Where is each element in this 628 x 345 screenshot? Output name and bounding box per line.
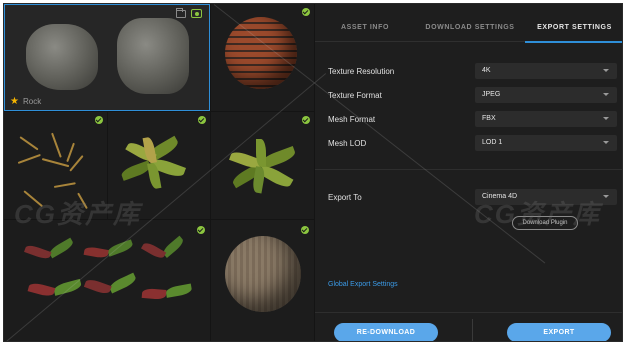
rock-thumbnail-left — [26, 24, 98, 90]
mesh-lod-value: LOD 1 — [482, 139, 503, 146]
redownload-button[interactable]: RE-DOWNLOAD — [334, 323, 438, 341]
rock-thumbnail-right — [117, 18, 189, 94]
twig-shape — [53, 182, 76, 188]
tab-export-settings[interactable]: EXPORT SETTINGS — [525, 14, 622, 43]
leaf-shape — [107, 272, 138, 294]
asset-tile-rock[interactable]: ★ Rock — [4, 4, 210, 111]
downloaded-check-icon — [197, 226, 205, 234]
chevron-down-icon — [603, 195, 609, 198]
leaf-shape — [141, 287, 167, 300]
leaf-shape — [24, 243, 52, 261]
star-icon[interactable]: ★ — [10, 97, 19, 107]
tab-asset-info[interactable]: ASSET INFO — [315, 14, 415, 42]
downloaded-check-icon — [302, 8, 310, 16]
texture-format-select[interactable]: JPEG — [475, 87, 617, 103]
brick-sphere-thumbnail — [225, 17, 297, 89]
twig-shape — [19, 136, 39, 151]
export-button[interactable]: EXPORT — [507, 323, 611, 341]
chevron-down-icon — [603, 141, 609, 144]
leaf-shape — [256, 139, 266, 167]
bridge-window: ★ Rock ASSET INFO DOWNLOAD SETTINGS EXPO… — [3, 3, 623, 342]
leaf-shape — [47, 237, 75, 259]
action-bar: RE-DOWNLOAD EXPORT — [315, 312, 622, 341]
texture-resolution-select[interactable]: 4K — [475, 63, 617, 79]
chevron-down-icon — [603, 93, 609, 96]
tab-download-settings[interactable]: DOWNLOAD SETTINGS — [415, 14, 525, 42]
asset-tile-fern-2[interactable] — [211, 112, 314, 219]
global-export-settings-link[interactable]: Global Export Settings — [328, 281, 398, 288]
watermark-text-left: CG资产库 — [14, 199, 142, 229]
downloaded-check-icon — [302, 116, 310, 124]
wood-sphere-thumbnail — [225, 236, 301, 312]
mesh-format-label: Mesh Format — [328, 115, 376, 124]
downloaded-check-icon — [95, 116, 103, 124]
mesh-format-select[interactable]: FBX — [475, 111, 617, 127]
twig-shape — [41, 158, 70, 168]
action-bar-divider — [472, 319, 473, 341]
leaf-shape — [83, 277, 112, 296]
watermark-text-right: CG资产库 — [474, 199, 602, 229]
texture-format-value: JPEG — [482, 91, 501, 98]
mesh-lod-select[interactable]: LOD 1 — [475, 135, 617, 151]
texture-resolution-value: 4K — [482, 67, 491, 74]
chevron-down-icon — [603, 117, 609, 120]
mesh-format-value: FBX — [482, 115, 496, 122]
texture-resolution-label: Texture Resolution — [328, 67, 395, 76]
asset-tile-plants[interactable] — [4, 220, 210, 341]
chevron-down-icon — [603, 69, 609, 72]
twig-shape — [69, 155, 84, 172]
leaf-shape — [140, 240, 167, 261]
tab-bar: ASSET INFO DOWNLOAD SETTINGS EXPORT SETT… — [315, 14, 622, 43]
export-icon[interactable] — [191, 9, 202, 18]
asset-panel: ASSET INFO DOWNLOAD SETTINGS EXPORT SETT… — [315, 4, 622, 341]
twig-shape — [17, 153, 41, 164]
leaf-shape — [27, 281, 56, 298]
downloaded-check-icon — [301, 226, 309, 234]
asset-grid: ★ Rock — [4, 4, 314, 341]
folder-icon[interactable] — [176, 8, 186, 18]
twig-shape — [51, 132, 62, 158]
section-divider — [315, 169, 622, 170]
asset-name-label: Rock — [23, 97, 42, 106]
export-to-label: Export To — [328, 193, 362, 202]
downloaded-check-icon — [198, 116, 206, 124]
leaf-shape — [165, 283, 193, 298]
mesh-lod-label: Mesh LOD — [328, 139, 367, 148]
twig-shape — [66, 142, 75, 163]
asset-tile-wood-sphere[interactable] — [211, 220, 314, 341]
